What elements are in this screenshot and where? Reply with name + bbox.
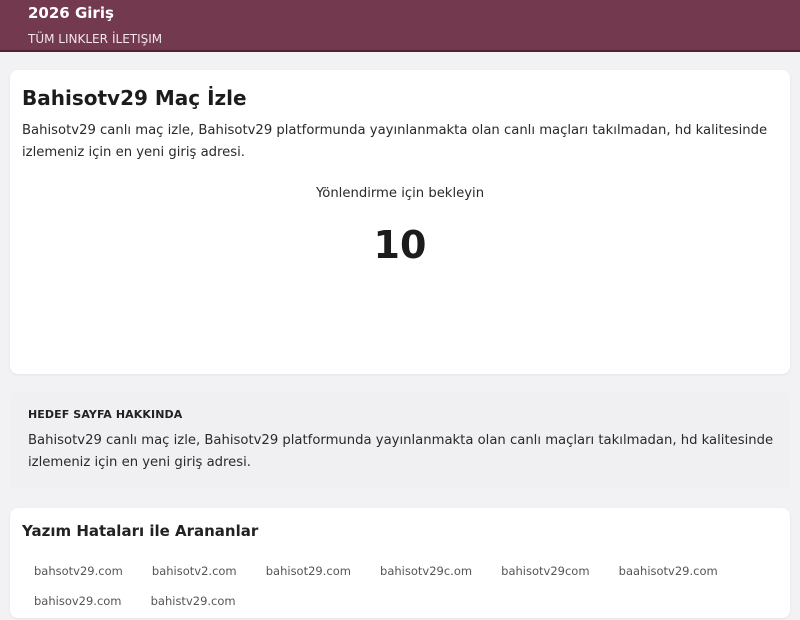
site-title[interactable]: 2026 Giriş bbox=[28, 4, 114, 22]
typo-section-heading: Yazım Hataları ile Arananlar bbox=[22, 522, 259, 540]
about-description: Bahisotv29 canlı maç izle, Bahisotv29 pl… bbox=[28, 433, 774, 470]
typo-tag[interactable]: bahisotv29com bbox=[489, 560, 601, 582]
typo-tag[interactable]: bahisot29.com bbox=[254, 560, 363, 582]
target-page-about: HEDEF SAYFA HAKKINDA Bahisotv29 canlı ma… bbox=[10, 392, 790, 489]
typo-searches-card: Yazım Hataları ile Arananlar bahsotv29.c… bbox=[10, 508, 790, 618]
typo-tag[interactable]: bahisov29.com bbox=[22, 590, 134, 612]
nav-link-contact[interactable]: İLETIŞIM bbox=[112, 32, 162, 46]
about-label: HEDEF SAYFA HAKKINDA bbox=[28, 408, 183, 421]
top-header: 2026 Giriş TÜM LINKLER İLETIŞIM bbox=[0, 0, 800, 52]
nav-link-all-links[interactable]: TÜM LINKLER bbox=[28, 32, 108, 46]
countdown-timer: 10 bbox=[373, 223, 427, 267]
typo-tag[interactable]: bahisotv29c.om bbox=[368, 560, 484, 582]
redirect-card: Bahisotv29 Maç İzle Bahisotv29 canlı maç… bbox=[10, 70, 790, 374]
typo-tag[interactable]: bahisotv2.com bbox=[140, 560, 249, 582]
page-title: Bahisotv29 Maç İzle bbox=[22, 86, 247, 110]
page-description: Bahisotv29 canlı maç izle, Bahisotv29 pl… bbox=[22, 123, 768, 160]
redirect-label: Yönlendirme için bekleyin bbox=[315, 186, 485, 201]
typo-tag[interactable]: bahsotv29.com bbox=[22, 560, 135, 582]
header-nav: TÜM LINKLER İLETIŞIM bbox=[28, 31, 162, 47]
typo-tag-list: bahsotv29.com bahisotv2.com bahisot29.co… bbox=[22, 560, 782, 620]
typo-tag[interactable]: bahistv29.com bbox=[139, 590, 248, 612]
typo-tag[interactable]: baahisotv29.com bbox=[607, 560, 730, 582]
